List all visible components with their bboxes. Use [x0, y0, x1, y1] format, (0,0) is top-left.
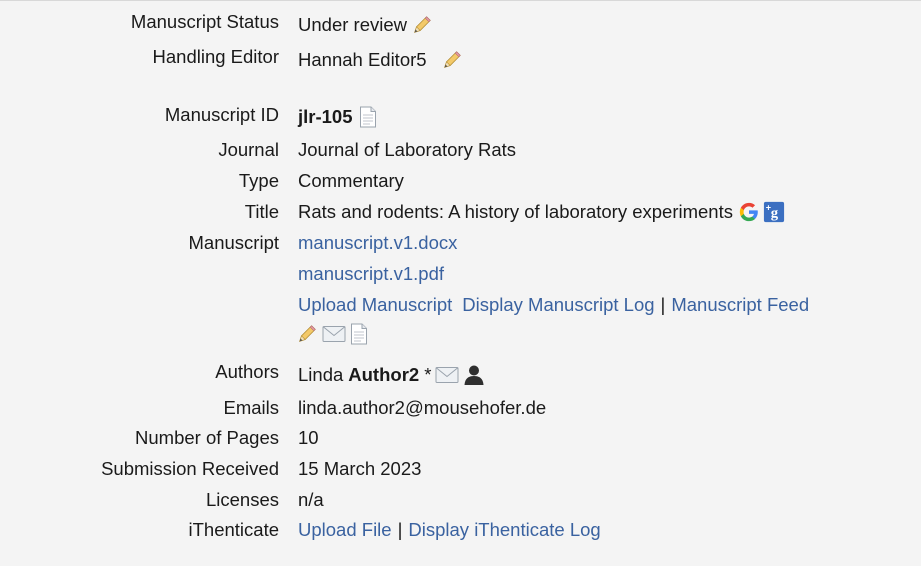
- separator: |: [660, 294, 666, 315]
- pencil-icon[interactable]: [411, 14, 433, 36]
- document-icon[interactable]: [350, 323, 368, 345]
- svg-text:g: g: [771, 206, 779, 222]
- type-label: Type: [238, 170, 279, 191]
- author-last-name: Author2: [348, 364, 420, 385]
- handling-editor-label: Handling Editor: [152, 46, 280, 67]
- licenses-value: n/a: [298, 489, 324, 510]
- manuscript-actions-row: Upload Manuscript Display Manuscript Log…: [0, 294, 921, 320]
- manuscript-status-row: Manuscript Status Under review: [0, 11, 921, 37]
- ithenticate-label: iThenticate: [188, 519, 280, 540]
- manuscript-status-label: Manuscript Status: [130, 11, 279, 32]
- pencil-icon[interactable]: [441, 49, 463, 71]
- handling-editor-row: Handling Editor Hannah Editor5: [0, 46, 921, 72]
- display-manuscript-log-link[interactable]: Display Manuscript Log: [462, 294, 654, 316]
- google-icon[interactable]: [738, 201, 760, 223]
- title-value: Rats and rodents: A history of laborator…: [298, 201, 733, 222]
- handling-editor-value: Hannah Editor5: [298, 49, 427, 70]
- manuscript-id-value: jlr-105: [298, 106, 353, 127]
- journal-row: Journal Journal of Laboratory Rats: [0, 139, 921, 165]
- emails-row: Emails linda.author2@mousehofer.de: [0, 397, 921, 423]
- journal-label: Journal: [218, 139, 279, 160]
- pencil-icon[interactable]: [296, 323, 318, 345]
- upload-manuscript-link[interactable]: Upload Manuscript: [298, 294, 452, 316]
- pages-label: Number of Pages: [135, 427, 279, 448]
- type-row: Type Commentary: [0, 170, 921, 196]
- pages-value: 10: [298, 427, 319, 448]
- submission-row: Submission Received 15 March 2023: [0, 458, 921, 484]
- upload-file-link[interactable]: Upload File: [298, 519, 392, 541]
- google-plus-icon[interactable]: g +: [763, 201, 785, 223]
- manuscript-row: Manuscript manuscript.v1.docx: [0, 232, 921, 258]
- manuscript-label: Manuscript: [188, 232, 279, 253]
- person-icon[interactable]: [463, 364, 485, 386]
- envelope-icon[interactable]: [435, 366, 459, 384]
- svg-text:+: +: [766, 203, 771, 213]
- emails-label: Emails: [223, 397, 279, 418]
- pages-row: Number of Pages 10: [0, 427, 921, 453]
- document-icon[interactable]: [359, 106, 377, 128]
- type-value: Commentary: [298, 170, 404, 191]
- licenses-row: Licenses n/a: [0, 489, 921, 515]
- manuscript-id-row: Manuscript ID jlr-105: [0, 104, 921, 130]
- authors-label: Authors: [215, 361, 279, 382]
- corresponding-author-marker: *: [424, 364, 432, 385]
- envelope-icon[interactable]: [322, 325, 346, 343]
- manuscript-pdf-link[interactable]: manuscript.v1.pdf: [298, 263, 444, 285]
- emails-value: linda.author2@mousehofer.de: [298, 397, 547, 418]
- author-first-name: Linda: [298, 364, 344, 385]
- manuscript-id-label: Manuscript ID: [164, 104, 279, 125]
- manuscript-icons-row: [0, 323, 921, 349]
- title-row: Title Rats and rodents: A history of lab…: [0, 201, 921, 227]
- separator: |: [397, 519, 403, 540]
- ithenticate-row: iThenticate Upload File | Display iThent…: [0, 519, 921, 545]
- licenses-label: Licenses: [205, 489, 279, 510]
- manuscript-docx-link[interactable]: manuscript.v1.docx: [298, 232, 457, 254]
- display-ithenticate-log-link[interactable]: Display iThenticate Log: [408, 519, 600, 541]
- manuscript-pdf-row: manuscript.v1.pdf: [0, 263, 921, 289]
- authors-row: Authors Linda Author2 *: [0, 361, 921, 387]
- manuscript-status-value: Under review: [298, 14, 407, 35]
- journal-value: Journal of Laboratory Rats: [298, 139, 517, 160]
- manuscript-feed-link[interactable]: Manuscript Feed: [671, 294, 809, 316]
- submission-label: Submission Received: [101, 458, 279, 479]
- submission-value: 15 March 2023: [298, 458, 422, 479]
- title-label: Title: [244, 201, 279, 222]
